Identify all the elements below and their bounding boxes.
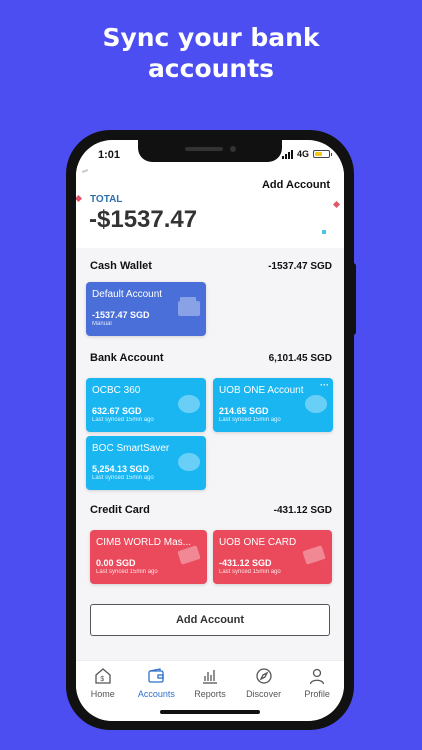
account-name: Default Account	[92, 289, 163, 300]
promo-headline: Sync your bank accounts	[0, 22, 422, 84]
battery-icon	[313, 150, 332, 158]
tab-profile[interactable]: Profile	[290, 661, 344, 721]
account-sync-status: Last synced 15min ago	[92, 475, 154, 481]
confetti-decoration	[322, 230, 326, 234]
account-card-default[interactable]: Default Account -1537.47 SGD Manual	[86, 282, 206, 336]
promo-line-2: accounts	[147, 54, 275, 83]
wallet-icon	[178, 297, 200, 316]
account-name: UOB ONE CARD	[219, 537, 297, 548]
tab-label: Home	[90, 689, 115, 699]
status-time: 1:01	[98, 149, 121, 161]
account-name: OCBC 360	[92, 385, 141, 396]
home-icon: $	[95, 668, 111, 684]
add-account-link[interactable]: Add Account	[262, 179, 330, 191]
section-amount-bank: 6,101.45 SGD	[268, 353, 332, 364]
wallet-icon	[148, 668, 165, 683]
section-amount-credit: -431.12 SGD	[273, 505, 332, 516]
tab-label: Profile	[304, 689, 330, 699]
notch-speaker	[185, 147, 223, 151]
home-indicator[interactable]	[160, 710, 260, 714]
account-card-uob-card[interactable]: UOB ONE CARD -431.12 SGD Last synced 15m…	[213, 530, 332, 584]
account-card-cimb[interactable]: CIMB WORLD Mas... 0.00 SGD Last synced 1…	[90, 530, 207, 584]
signal-icon	[281, 149, 293, 159]
add-account-button[interactable]: Add Account	[90, 604, 330, 636]
status-indicators: 4G	[281, 149, 332, 159]
tab-label: Discover	[246, 689, 282, 699]
network-label: 4G	[296, 149, 309, 159]
account-sync-status: Last synced 15min ago	[219, 417, 281, 423]
bar-chart-icon	[202, 670, 217, 684]
account-sync-status: Manual	[92, 321, 112, 327]
tab-label: Reports	[194, 689, 226, 699]
account-sync-status: Last synced 15min ago	[92, 417, 154, 423]
total-label: TOTAL	[90, 194, 123, 205]
tab-label: Accounts	[137, 689, 175, 699]
account-name: UOB ONE Account	[219, 385, 304, 396]
accounts-list: Cash Wallet -1537.47 SGD Default Account…	[76, 248, 344, 660]
account-balance: -431.12 SGD	[219, 558, 272, 568]
account-balance: 214.65 SGD	[219, 406, 269, 416]
section-title-bank: Bank Account	[90, 352, 164, 364]
credit-card-icon	[177, 545, 201, 565]
section-amount-cash: -1537.47 SGD	[268, 261, 332, 272]
accounts-header: Add Account TOTAL -$1537.47	[76, 166, 344, 248]
piggy-bank-icon	[178, 395, 200, 413]
total-balance: -$1537.47	[89, 206, 198, 233]
user-icon	[310, 668, 325, 685]
confetti-decoration	[332, 200, 341, 209]
confetti-decoration	[81, 169, 89, 173]
section-title-cash: Cash Wallet	[90, 260, 152, 272]
account-card-uob[interactable]: ··· UOB ONE Account 214.65 SGD Last sync…	[213, 378, 333, 432]
section-title-credit: Credit Card	[90, 504, 150, 516]
account-sync-status: Last synced 15min ago	[96, 569, 158, 575]
account-balance: 5,254.13 SGD	[92, 464, 150, 474]
piggy-bank-icon	[305, 395, 327, 413]
svg-text:$: $	[100, 676, 104, 683]
account-sync-status: Last synced 15min ago	[219, 569, 281, 575]
tab-home[interactable]: $ Home	[76, 661, 130, 721]
account-balance: -1537.47 SGD	[92, 310, 150, 320]
piggy-bank-icon	[178, 453, 200, 471]
account-card-ocbc[interactable]: OCBC 360 632.67 SGD Last synced 15min ag…	[86, 378, 206, 432]
phone-side-button	[352, 263, 356, 335]
credit-card-icon	[302, 545, 326, 565]
account-balance: 0.00 SGD	[96, 558, 136, 568]
account-card-boc[interactable]: BOC SmartSaver 5,254.13 SGD Last synced …	[86, 436, 206, 490]
phone-screen: 1:01 4G Add Account TOTAL -$1537.47 Cash…	[76, 140, 344, 721]
compass-icon	[255, 668, 272, 684]
account-balance: 632.67 SGD	[92, 406, 142, 416]
confetti-decoration	[76, 194, 83, 203]
notch-camera	[230, 146, 236, 152]
more-icon[interactable]: ···	[320, 381, 329, 390]
notch	[138, 140, 282, 162]
promo-line-1: Sync your bank	[102, 23, 320, 52]
account-name: BOC SmartSaver	[92, 443, 170, 454]
